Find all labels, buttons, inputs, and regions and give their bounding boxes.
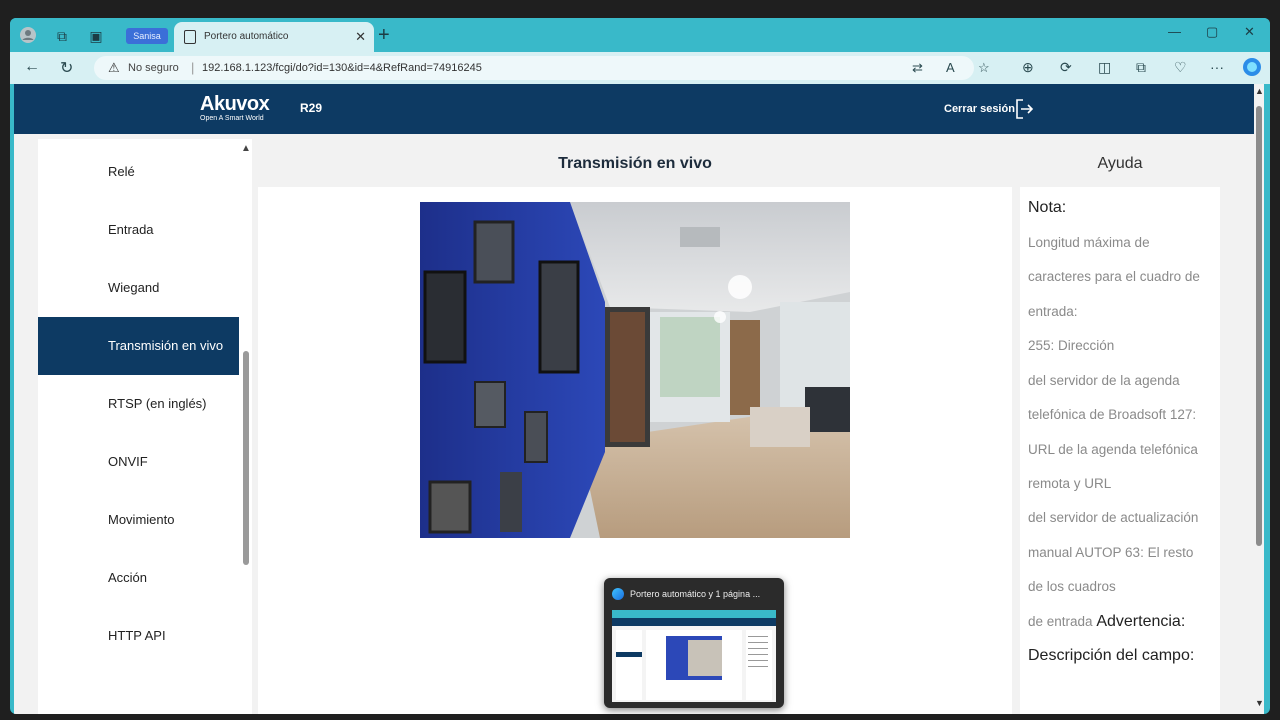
sidebar-item-live-stream[interactable]: Transmisión en vivo: [38, 317, 239, 375]
collections-icon[interactable]: ⧉: [1136, 59, 1146, 76]
help-line: de los cuadros: [1028, 579, 1116, 594]
main-panel-header: Transmisión en vivo: [258, 139, 1012, 187]
profile-icon[interactable]: [18, 26, 38, 46]
sidebar-scroll-thumb[interactable]: [243, 351, 249, 565]
address-bar[interactable]: ⚠ No seguro | 192.168.1.123/fcgi/do?id=1…: [94, 56, 990, 80]
help-line: entrada:: [1028, 304, 1078, 319]
workspace-chip[interactable]: Sanisa: [126, 28, 168, 44]
help-note-label: Nota:: [1028, 199, 1067, 216]
close-tab-icon[interactable]: ✕: [355, 29, 366, 45]
page-title: Transmisión en vivo: [558, 155, 712, 172]
site-header: Akuvox Open A Smart World R29 Cerrar ses…: [14, 84, 1254, 134]
live-video-feed[interactable]: [420, 202, 850, 538]
tab-title: Portero automático: [204, 31, 289, 42]
help-line: telefónica de Broadsoft 127:: [1028, 407, 1197, 422]
page-scroll-thumb[interactable]: [1256, 106, 1262, 546]
help-line: remota y URL: [1028, 476, 1112, 491]
sidebar-item-movimiento[interactable]: Movimiento: [38, 491, 239, 549]
help-line: 255: Dirección: [1028, 338, 1115, 353]
help-line: Longitud máxima de: [1028, 235, 1150, 250]
help-warning-label: Advertencia:: [1096, 613, 1186, 630]
maximize-icon[interactable]: ▢: [1206, 24, 1218, 40]
preview-title: Portero automático y 1 página ...: [630, 589, 761, 599]
sidebar-item-entrada[interactable]: Entrada: [38, 201, 239, 259]
tab-actions-icon[interactable]: ▣: [86, 26, 106, 46]
preview-thumbnail-image: [612, 610, 776, 700]
close-window-icon[interactable]: ✕: [1244, 24, 1255, 40]
page-icon: [184, 30, 196, 44]
title-bar: ⧉ ▣ Sanisa Portero automático ✕ + — ▢ ✕: [10, 18, 1270, 52]
help-line-last: de entrada Advertencia:: [1028, 613, 1185, 631]
sidebar-item-onvif[interactable]: ONVIF: [38, 433, 239, 491]
help-line-prefix: de entrada: [1028, 614, 1093, 629]
brand-logo[interactable]: Akuvox: [200, 93, 270, 116]
sidebar-item-http-api[interactable]: HTTP API: [38, 607, 239, 665]
browser-essentials-icon[interactable]: ♡: [1174, 59, 1187, 76]
help-line: caracteres para el cuadro de: [1028, 269, 1200, 284]
logout-link[interactable]: Cerrar sesión: [944, 103, 1015, 115]
split-screen-icon[interactable]: ◫: [1098, 59, 1111, 76]
help-line: del servidor de actualización: [1028, 510, 1199, 525]
translate-icon[interactable]: ⇄: [912, 60, 923, 76]
help-field-description-label: Descripción del campo:: [1028, 647, 1195, 664]
scroll-down-icon[interactable]: ▼: [1255, 698, 1264, 708]
preview-thumbnail[interactable]: [612, 610, 776, 702]
help-line: URL de la agenda telefónica: [1028, 442, 1198, 457]
taskbar-window-preview[interactable]: Portero automático y 1 página ...: [604, 578, 784, 708]
back-icon[interactable]: ←: [24, 58, 40, 76]
device-model: R29: [300, 101, 323, 115]
security-label[interactable]: No seguro: [128, 62, 179, 74]
help-line: manual AUTOP 63: El resto: [1028, 545, 1194, 560]
sidebar-scroll-up-icon[interactable]: ▲: [241, 143, 251, 154]
address-separator: |: [191, 60, 195, 75]
workspaces-icon[interactable]: ⧉: [52, 26, 72, 46]
video-frame-image: [420, 202, 850, 538]
sidebar-item-rele[interactable]: Relé: [38, 143, 239, 201]
warning-icon[interactable]: ⚠: [108, 60, 120, 76]
help-line: del servidor de la agenda: [1028, 373, 1180, 388]
read-aloud-icon[interactable]: A: [946, 60, 955, 75]
sidebar-menu: Relé Entrada Wiegand Transmisión en vivo…: [38, 139, 252, 714]
minimize-icon[interactable]: —: [1168, 24, 1181, 39]
url-text[interactable]: 192.168.1.123/fcgi/do?id=130&id=4&RefRan…: [202, 62, 482, 74]
copilot-icon[interactable]: [1242, 57, 1262, 80]
help-header: Ayuda: [1020, 139, 1220, 187]
sidebar-item-wiegand[interactable]: Wiegand: [38, 259, 239, 317]
extension-icon[interactable]: ⟳: [1060, 59, 1072, 76]
edge-icon: [612, 588, 624, 600]
logout-icon[interactable]: [1014, 98, 1034, 120]
more-menu-icon[interactable]: ···: [1210, 59, 1224, 75]
brand-tagline: Open A Smart World: [200, 115, 264, 122]
help-panel: Ayuda Nota: Longitud máxima de caractere…: [1020, 139, 1220, 714]
scroll-up-icon[interactable]: ▲: [1255, 86, 1264, 96]
tab-portero[interactable]: Portero automático ✕: [174, 22, 374, 52]
new-tab-button[interactable]: +: [378, 24, 390, 47]
sidebar-item-accion[interactable]: Acción: [38, 549, 239, 607]
page-vertical-scrollbar[interactable]: ▲ ▼: [1254, 84, 1264, 714]
navigation-bar: ← ↻ ⚠ No seguro | 192.168.1.123/fcgi/do?…: [10, 52, 1270, 84]
refresh-icon[interactable]: ↻: [60, 58, 73, 78]
add-extension-icon[interactable]: ⊕: [1022, 59, 1034, 76]
sidebar-item-rtsp[interactable]: RTSP (en inglés): [38, 375, 239, 433]
help-title: Ayuda: [1097, 155, 1143, 172]
favorite-star-icon[interactable]: ☆: [978, 60, 990, 76]
